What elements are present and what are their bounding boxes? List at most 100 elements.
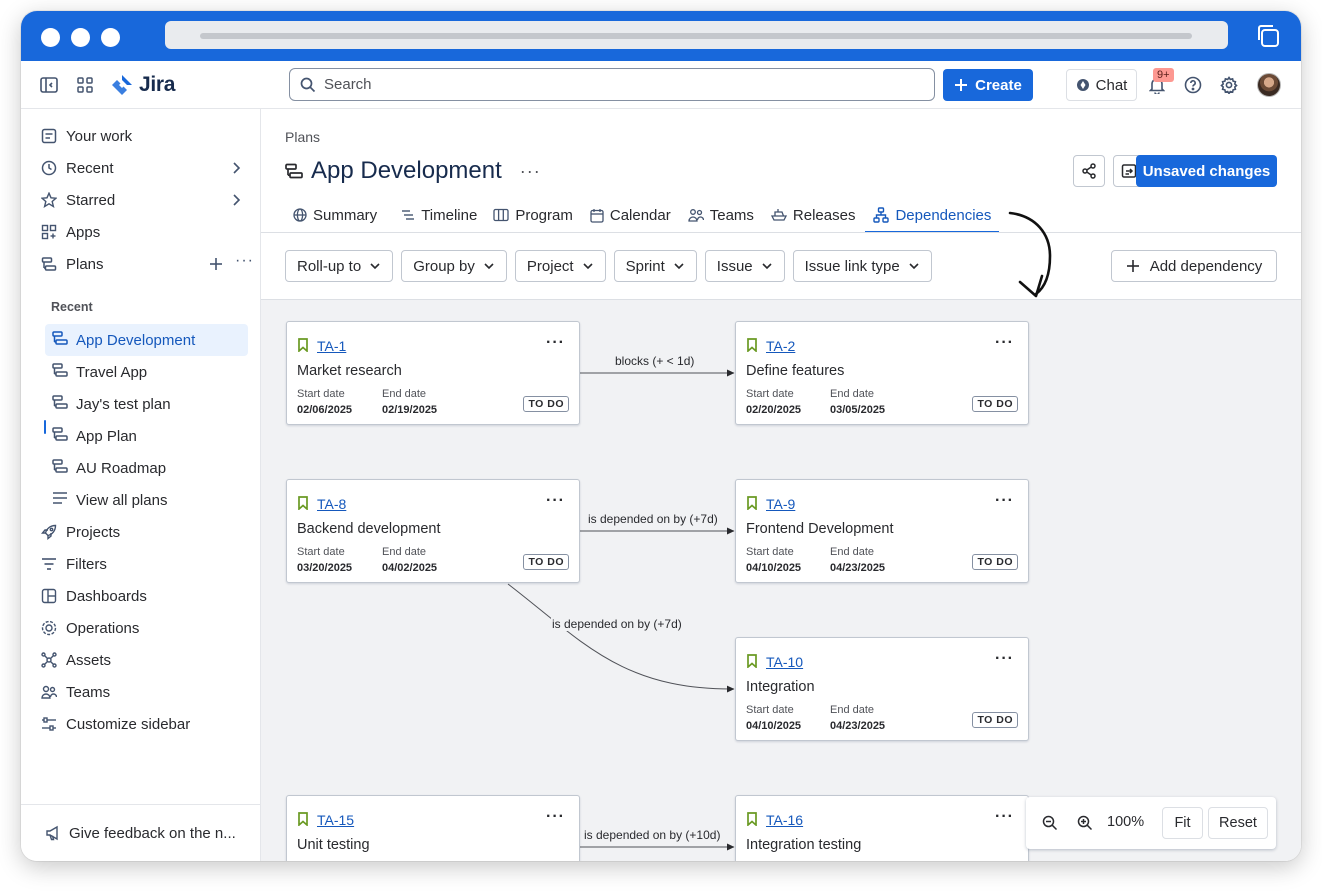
browser-chrome [21, 11, 1301, 61]
card-more-icon[interactable]: ··· [546, 808, 565, 826]
create-label: Create [975, 76, 1022, 94]
card-more-icon[interactable]: ··· [995, 492, 1014, 510]
plan-item-app-development[interactable]: App Development [45, 324, 248, 356]
start-date-value: 04/10/2025 [746, 562, 802, 574]
start-date-value: 03/20/2025 [297, 562, 353, 574]
user-avatar[interactable] [1257, 73, 1281, 97]
zoom-out-icon[interactable] [1040, 813, 1060, 833]
tab-summary[interactable]: Summary [285, 197, 385, 233]
sidebar-item-plans[interactable]: Plans ··· [33, 249, 254, 279]
issue-card-ta-1[interactable]: TA-1 ··· Market research Start date End … [286, 321, 580, 425]
breadcrumb[interactable]: Plans [285, 129, 320, 145]
plan-item-view-all-plans[interactable]: View all plans [45, 484, 248, 516]
card-more-icon[interactable]: ··· [995, 334, 1014, 352]
help-icon[interactable] [1183, 75, 1203, 95]
tab-timeline[interactable]: Timeline [393, 197, 485, 233]
sidebar-item-your-work[interactable]: Your work [33, 121, 251, 151]
chat-button[interactable]: Chat [1066, 69, 1137, 101]
story-bookmark-icon [747, 338, 757, 352]
tab-program[interactable]: Program [485, 197, 581, 233]
card-more-icon[interactable]: ··· [995, 808, 1014, 826]
card-more-icon[interactable]: ··· [995, 650, 1014, 668]
sidebar-item-apps[interactable]: Apps [33, 217, 251, 247]
filter-group-by[interactable]: Group by [401, 250, 507, 282]
zoom-in-icon[interactable] [1075, 813, 1095, 833]
chevron-down-icon [762, 263, 772, 270]
jira-logo[interactable]: Jira [111, 73, 175, 97]
your-work-icon [40, 127, 58, 145]
filter-roll-up-to[interactable]: Roll-up to [285, 250, 394, 282]
window-minimize-dot[interactable] [71, 28, 90, 47]
fit-button[interactable]: Fit [1162, 807, 1203, 839]
address-bar[interactable] [165, 21, 1228, 49]
sidebar-toggle-icon[interactable] [39, 75, 59, 95]
sidebar-item-customize[interactable]: Customize sidebar [33, 709, 251, 739]
export-icon [1121, 164, 1137, 178]
card-more-icon[interactable]: ··· [546, 492, 565, 510]
operations-icon [40, 619, 58, 637]
start-date-value: 04/10/2025 [746, 720, 802, 732]
issue-card-ta-15[interactable]: TA-15 ··· Unit testing Start date End da… [286, 795, 580, 861]
filter-issue-link-type[interactable]: Issue link type [792, 250, 932, 282]
issue-key-link[interactable]: TA-2 [766, 338, 795, 354]
tab-releases[interactable]: Releases [763, 197, 864, 233]
filter-issue[interactable]: Issue [704, 250, 785, 282]
window-close-dot[interactable] [41, 28, 60, 47]
issue-card-ta-9[interactable]: TA-9 ··· Frontend Development Start date… [735, 479, 1029, 583]
issue-summary: Define features [746, 363, 845, 379]
status-badge: TO DO [972, 554, 1018, 570]
share-button[interactable] [1073, 155, 1105, 187]
issue-card-ta-16[interactable]: TA-16 ··· Integration testing Start date… [735, 795, 1029, 861]
issue-key-link[interactable]: TA-1 [317, 338, 346, 354]
issue-key-link[interactable]: TA-15 [317, 812, 354, 828]
sidebar-item-dashboards[interactable]: Dashboards [33, 581, 251, 611]
story-bookmark-icon [298, 338, 308, 352]
sidebar-item-projects[interactable]: Projects [33, 517, 251, 547]
issue-summary: Unit testing [297, 837, 370, 853]
plan-icon [52, 363, 68, 381]
issue-key-link[interactable]: TA-9 [766, 496, 795, 512]
sidebar-item-operations[interactable]: Operations [33, 613, 251, 643]
issue-card-ta-2[interactable]: TA-2 ··· Define features Start date End … [735, 321, 1029, 425]
title-more-actions-icon[interactable]: ··· [520, 161, 541, 182]
filter-project[interactable]: Project [514, 250, 606, 282]
add-dependency-button[interactable]: Add dependency [1111, 250, 1277, 282]
dependency-canvas[interactable]: blocks (+ < 1d) is depended on by (+7d) … [261, 299, 1301, 861]
give-feedback-button[interactable]: Give feedback on the n... [21, 804, 260, 861]
sidebar-item-assets[interactable]: Assets [33, 645, 251, 675]
sidebar-item-filters[interactable]: Filters [33, 549, 251, 579]
settings-gear-icon[interactable] [1219, 75, 1239, 95]
copy-window-icon[interactable] [1255, 23, 1281, 49]
search-input[interactable]: Search [289, 68, 935, 101]
sidebar-item-teams[interactable]: Teams [33, 677, 251, 707]
edge-label: blocks (+ < 1d) [614, 354, 696, 368]
window-maximize-dot[interactable] [101, 28, 120, 47]
create-button[interactable]: Create [943, 69, 1033, 101]
plan-icon [52, 427, 68, 445]
plan-item-au-roadmap[interactable]: AU Roadmap [45, 452, 248, 484]
issue-key-link[interactable]: TA-10 [766, 654, 803, 670]
plan-item-jays-test-plan[interactable]: Jay's test plan [45, 388, 248, 420]
tab-dependencies[interactable]: Dependencies [865, 197, 1000, 233]
issue-card-ta-10[interactable]: TA-10 ··· Integration Start date End dat… [735, 637, 1029, 741]
filter-sprint[interactable]: Sprint [613, 250, 697, 282]
plans-more-icon[interactable]: ··· [235, 252, 254, 270]
edge-ta8-ta10[interactable] [507, 583, 735, 693]
sidebar-item-recent[interactable]: Recent [33, 153, 251, 183]
issue-key-link[interactable]: TA-16 [766, 812, 803, 828]
reset-button[interactable]: Reset [1208, 807, 1268, 839]
tab-teams[interactable]: Teams [680, 197, 762, 233]
plan-item-app-plan[interactable]: App Plan [45, 420, 248, 452]
plan-item-travel-app[interactable]: Travel App [45, 356, 248, 388]
issue-key-link[interactable]: TA-8 [317, 496, 346, 512]
app-switcher-icon[interactable] [75, 75, 95, 95]
unsaved-changes-button[interactable]: Unsaved changes [1136, 155, 1277, 187]
edge-label: is depended on by (+7d) [551, 617, 683, 631]
add-plan-plus-icon[interactable] [209, 257, 223, 271]
issue-card-ta-8[interactable]: TA-8 ··· Backend development Start date … [286, 479, 580, 583]
sidebar-item-starred[interactable]: Starred [33, 185, 251, 215]
edge-label: is depended on by (+7d) [587, 512, 719, 526]
zoom-controls: 100% Fit Reset [1026, 797, 1276, 849]
tab-calendar[interactable]: Calendar [582, 197, 679, 233]
card-more-icon[interactable]: ··· [546, 334, 565, 352]
